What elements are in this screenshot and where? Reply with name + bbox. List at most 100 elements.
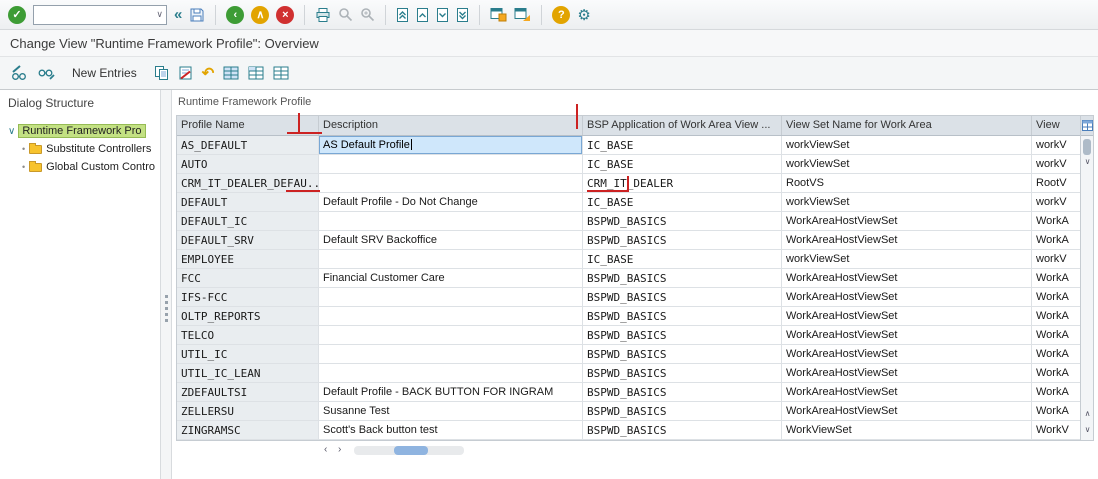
cell-bsp-application[interactable]: IC_BASE [583, 193, 782, 211]
cell-profile-name[interactable]: AS_DEFAULT [177, 136, 319, 154]
cell-bsp-application[interactable]: IC_BASE [583, 250, 782, 268]
cell-bsp-application[interactable]: BSPWD_BASICS [583, 269, 782, 287]
cell-description[interactable] [319, 155, 583, 173]
cell-view-set-name[interactable]: WorkViewSet [782, 421, 1032, 439]
cell-view-set-name[interactable]: workViewSet [782, 250, 1032, 268]
cell-view-set-name[interactable]: WorkAreaHostViewSet [782, 231, 1032, 249]
cell-view[interactable]: workV [1032, 250, 1080, 268]
cell-description[interactable]: Default SRV Backoffice [319, 231, 583, 249]
cell-view[interactable]: WorkA [1032, 383, 1080, 401]
cell-profile-name[interactable]: UTIL_IC [177, 345, 319, 363]
back-button[interactable]: ‹ [226, 6, 244, 24]
cell-description[interactable] [319, 250, 583, 268]
deselect-all-button[interactable] [273, 66, 289, 80]
save-button[interactable] [189, 7, 205, 23]
cell-description[interactable]: AS Default Profile [319, 136, 583, 154]
copy-as-button[interactable] [154, 65, 169, 81]
help-button[interactable]: ? [552, 6, 570, 24]
command-field-dropdown-icon[interactable]: ∨ [156, 9, 166, 20]
cell-description[interactable] [319, 326, 583, 344]
new-session-button[interactable] [490, 7, 507, 22]
cell-description[interactable]: Default Profile - BACK BUTTON FOR INGRAM [319, 383, 583, 401]
cell-bsp-application[interactable]: BSPWD_BASICS [583, 364, 782, 382]
select-block-button[interactable] [248, 66, 264, 80]
exit-button[interactable]: ∧ [251, 6, 269, 24]
cell-view[interactable]: WorkA [1032, 269, 1080, 287]
page-down-button[interactable] [436, 7, 449, 23]
cell-bsp-application[interactable]: BSPWD_BASICS [583, 326, 782, 344]
splitter-grip-icon[interactable] [165, 295, 168, 323]
table-settings-button[interactable] [1081, 116, 1093, 136]
cell-view[interactable]: workV [1032, 193, 1080, 211]
cell-bsp-application[interactable]: BSPWD_BASICS [583, 288, 782, 306]
cancel-button[interactable]: × [276, 6, 294, 24]
cell-profile-name[interactable]: OLTP_REPORTS [177, 307, 319, 325]
cell-profile-name[interactable]: DEFAULT [177, 193, 319, 211]
page-up-button[interactable] [416, 7, 429, 23]
scroll-down-step-icon[interactable]: ∨ [1081, 157, 1094, 166]
horizontal-scrollbar[interactable]: ‹ › [176, 444, 1094, 457]
cell-profile-name[interactable]: ZDEFAULTSI [177, 383, 319, 401]
cell-view[interactable]: WorkA [1032, 288, 1080, 306]
cell-bsp-application[interactable]: BSPWD_BASICS [583, 212, 782, 230]
cell-view-set-name[interactable]: WorkAreaHostViewSet [782, 307, 1032, 325]
cell-profile-name[interactable]: DEFAULT_IC [177, 212, 319, 230]
cell-description[interactable]: Scott's Back button test [319, 421, 583, 439]
new-entries-button[interactable]: New Entries [64, 64, 145, 82]
cell-view-set-name[interactable]: workViewSet [782, 193, 1032, 211]
cell-bsp-application[interactable]: BSPWD_BASICS [583, 383, 782, 401]
cell-view[interactable]: WorkA [1032, 364, 1080, 382]
cell-profile-name[interactable]: TELCO [177, 326, 319, 344]
cell-bsp-application[interactable]: BSPWD_BASICS [583, 307, 782, 325]
cell-description[interactable] [319, 307, 583, 325]
cell-profile-name[interactable]: EMPLOYEE [177, 250, 319, 268]
cell-view[interactable]: RootV [1032, 174, 1080, 192]
cell-description[interactable] [319, 174, 583, 192]
cell-bsp-application[interactable]: BSPWD_BASICS [583, 345, 782, 363]
collapse-command-field-button[interactable]: « [174, 7, 182, 23]
find-next-button[interactable] [360, 7, 375, 22]
cell-description[interactable] [319, 364, 583, 382]
cell-view[interactable]: WorkA [1032, 345, 1080, 363]
cell-profile-name[interactable]: FCC [177, 269, 319, 287]
scroll-up-button[interactable]: ∧ [1081, 409, 1094, 418]
cell-view[interactable]: WorkA [1032, 402, 1080, 420]
cell-view-set-name[interactable]: WorkAreaHostViewSet [782, 326, 1032, 344]
cell-profile-name[interactable]: UTIL_IC_LEAN [177, 364, 319, 382]
cell-view-set-name[interactable]: RootVS [782, 174, 1032, 192]
cell-profile-name[interactable]: ZINGRAMSC [177, 421, 319, 439]
find-button[interactable] [338, 7, 353, 22]
cell-profile-name[interactable]: DEFAULT_SRV [177, 231, 319, 249]
cell-view-set-name[interactable]: WorkAreaHostViewSet [782, 402, 1032, 420]
cell-profile-name[interactable]: AUTO [177, 155, 319, 173]
cell-view[interactable]: WorkA [1032, 231, 1080, 249]
horizontal-scrollbar-thumb[interactable] [394, 446, 428, 455]
cell-description[interactable] [319, 345, 583, 363]
cell-profile-name[interactable]: IFS-FCC [177, 288, 319, 306]
cell-bsp-application[interactable]: IC_BASE [583, 155, 782, 173]
tree-item-global-custom-controllers[interactable]: • Global Custom Contro [22, 158, 160, 176]
vertical-scrollbar-thumb[interactable] [1083, 139, 1091, 155]
delete-button[interactable] [178, 65, 193, 81]
cell-view-set-name[interactable]: WorkAreaHostViewSet [782, 212, 1032, 230]
column-header-description[interactable]: Description [319, 116, 583, 135]
select-all-button[interactable] [223, 66, 239, 80]
cell-view[interactable]: workV [1032, 136, 1080, 154]
cell-bsp-application[interactable]: BSPWD_BASICS [583, 231, 782, 249]
cell-description[interactable]: Financial Customer Care [319, 269, 583, 287]
cell-profile-name[interactable]: ZELLERSU [177, 402, 319, 420]
cell-description[interactable]: Default Profile - Do Not Change [319, 193, 583, 211]
cell-view[interactable]: WorkA [1032, 212, 1080, 230]
cell-view-set-name[interactable]: WorkAreaHostViewSet [782, 383, 1032, 401]
scroll-down-button[interactable]: ∨ [1081, 425, 1094, 434]
cell-view[interactable]: workV [1032, 155, 1080, 173]
tree-item-substitute-controllers[interactable]: • Substitute Controllers [22, 140, 160, 158]
cell-bsp-application[interactable]: BSPWD_BASICS [583, 421, 782, 439]
cell-description[interactable] [319, 212, 583, 230]
display-change-toggle-button[interactable] [10, 65, 28, 81]
scroll-left-button[interactable]: ‹ [324, 444, 327, 455]
cell-view-set-name[interactable]: workViewSet [782, 155, 1032, 173]
command-field[interactable] [34, 7, 146, 23]
column-header-view-set-name[interactable]: View Set Name for Work Area [782, 116, 1032, 135]
cell-view-set-name[interactable]: WorkAreaHostViewSet [782, 345, 1032, 363]
